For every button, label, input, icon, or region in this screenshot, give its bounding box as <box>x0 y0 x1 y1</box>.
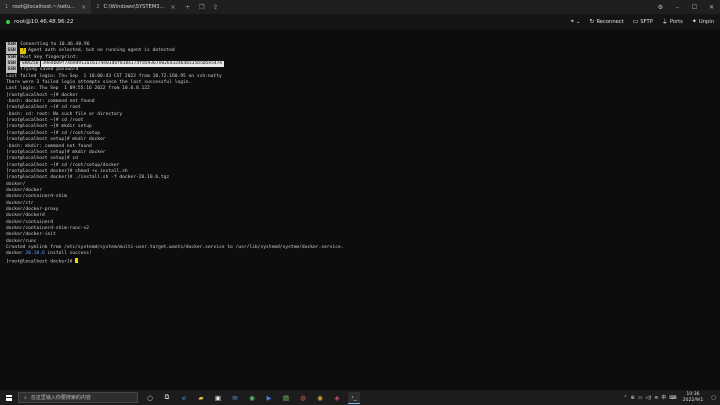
store-icon[interactable]: ▣ <box>212 392 224 404</box>
chevron-up-icon[interactable]: ⌃ <box>623 395 627 401</box>
keyboard-icon[interactable]: ⌨ <box>669 395 676 401</box>
tab-number: 2 <box>96 4 100 10</box>
location-pin-icon[interactable]: ⌖ ⌄ <box>571 18 581 26</box>
notepad-icon[interactable]: ▤ <box>280 392 292 404</box>
terminal-output[interactable]: SSH Connecting to 10.46.48.96 SSH! Agent a… <box>0 29 720 390</box>
pin-icon: ✦ <box>691 18 697 25</box>
ports-button[interactable]: ⏚ Ports <box>661 17 683 27</box>
warning-icon: ! <box>20 48 27 55</box>
search-placeholder: 在这里输入你要搜索的内容 <box>30 395 91 401</box>
title-bar: 1 root@localhost:~/setu... × 2 C:\Window… <box>0 0 720 14</box>
plug-icon: ⏚ <box>661 19 668 26</box>
reconnect-button[interactable]: ↻ Reconnect <box>589 18 623 25</box>
taskbar-clock[interactable]: 10:36 2022/9/1 <box>683 392 704 404</box>
maximize-icon[interactable]: ☐ <box>686 4 703 11</box>
wifi-icon[interactable]: ≋ <box>654 395 658 401</box>
session-host: root@10.46.48.96:22 <box>14 18 74 25</box>
connection-status-dot <box>6 19 10 24</box>
file-explorer-icon[interactable]: ▰ <box>195 392 207 404</box>
search-icon: ⌕ <box>24 394 27 401</box>
tab-list-icon[interactable]: ❐ <box>195 3 209 11</box>
ssh-tag: SSH <box>6 54 18 61</box>
edge-dev-icon[interactable]: ◍ <box>297 392 309 404</box>
docker-version: 20.10.6 <box>25 251 45 257</box>
window-controls: ⚙ – ☐ ✕ <box>652 0 720 14</box>
network-icon[interactable]: ⊕ <box>630 395 634 401</box>
upload-icon[interactable]: ⇪ <box>209 3 223 11</box>
tab-windows-system32[interactable]: 2 C:\Windows\SYSTEM3... × <box>91 0 180 14</box>
tab-label: root@localhost:~/setu... <box>12 4 76 10</box>
cortana-icon[interactable]: ○ <box>144 392 156 404</box>
tab-number: 1 <box>5 4 9 10</box>
taskbar-search-box[interactable]: ⌕ 在这里输入你要搜索的内容 <box>18 392 138 403</box>
security-app-icon[interactable]: ◈ <box>331 392 343 404</box>
minimize-icon[interactable]: – <box>669 4 686 11</box>
add-tab-icon[interactable]: + <box>181 3 195 11</box>
chrome-icon[interactable]: ◉ <box>246 392 258 404</box>
clock-date: 2022/9/1 <box>682 397 704 403</box>
tab-label: C:\Windows\SYSTEM3... <box>103 4 165 10</box>
session-actions: ⌖ ⌄ ↻ Reconnect ▭ SFTP ⏚ Ports ✦ Unpin <box>571 14 714 29</box>
close-icon[interactable]: × <box>171 4 176 11</box>
ssh-tag: SSH <box>6 67 18 74</box>
taskbar-apps: ○ ⧉ ℯ ▰ ▣ ✉ ◉ ▶ ▤ ◍ ◉ ◈ ›_ <box>144 391 360 404</box>
windows-logo-icon <box>6 394 12 401</box>
tab-root-localhost[interactable]: 1 root@localhost:~/setu... × <box>0 0 92 14</box>
terminal-app-icon[interactable]: ›_ <box>348 391 360 404</box>
ime-indicator[interactable]: 中 <box>661 394 666 401</box>
mail-icon[interactable]: ✉ <box>229 392 241 404</box>
chrome-alt-icon[interactable]: ◉ <box>314 392 326 404</box>
session-header: root@10.46.48.96:22 ⌖ ⌄ ↻ Reconnect ▭ SFTP … <box>0 14 720 29</box>
system-tray: ⌃ ⊕ ▭ ◁) ≋ 中 ⌨ 10:36 2022/9/1 ▢ <box>623 390 720 405</box>
close-window-icon[interactable]: ✕ <box>703 4 720 11</box>
taskbar: ⌕ 在这里输入你要搜索的内容 ○ ⧉ ℯ ▰ ▣ ✉ ◉ ▶ ▤ ◍ ◉ ◈ ›… <box>0 390 720 405</box>
terminal-lines: Last failed login: Thu Sep 1 10:00:43 CS… <box>6 74 720 252</box>
start-button[interactable] <box>0 390 18 405</box>
volume-icon[interactable]: ◁) <box>645 395 651 401</box>
task-view-icon[interactable]: ⧉ <box>161 392 173 404</box>
notification-icon[interactable]: ▢ <box>711 395 716 401</box>
ssh-tag: SSH <box>6 48 18 55</box>
monitor-icon[interactable]: ▭ <box>638 395 643 401</box>
shell-prompt: [root@localhost docker]# <box>6 258 76 264</box>
close-icon[interactable]: × <box>81 4 86 11</box>
settings-gear-icon[interactable]: ⚙ <box>652 4 669 11</box>
unpin-button[interactable]: ✦ Unpin <box>692 18 714 25</box>
folder-icon: ▭ <box>632 18 639 25</box>
shell-prompt-line: [root@localhost docker]# <box>6 257 720 264</box>
sftp-button[interactable]: ▭ SFTP <box>633 18 653 25</box>
edge-browser-icon[interactable]: ℯ <box>178 392 190 404</box>
terminal-cursor <box>75 257 79 264</box>
reconnect-icon: ↻ <box>589 18 595 25</box>
media-player-icon[interactable]: ▶ <box>263 392 275 404</box>
